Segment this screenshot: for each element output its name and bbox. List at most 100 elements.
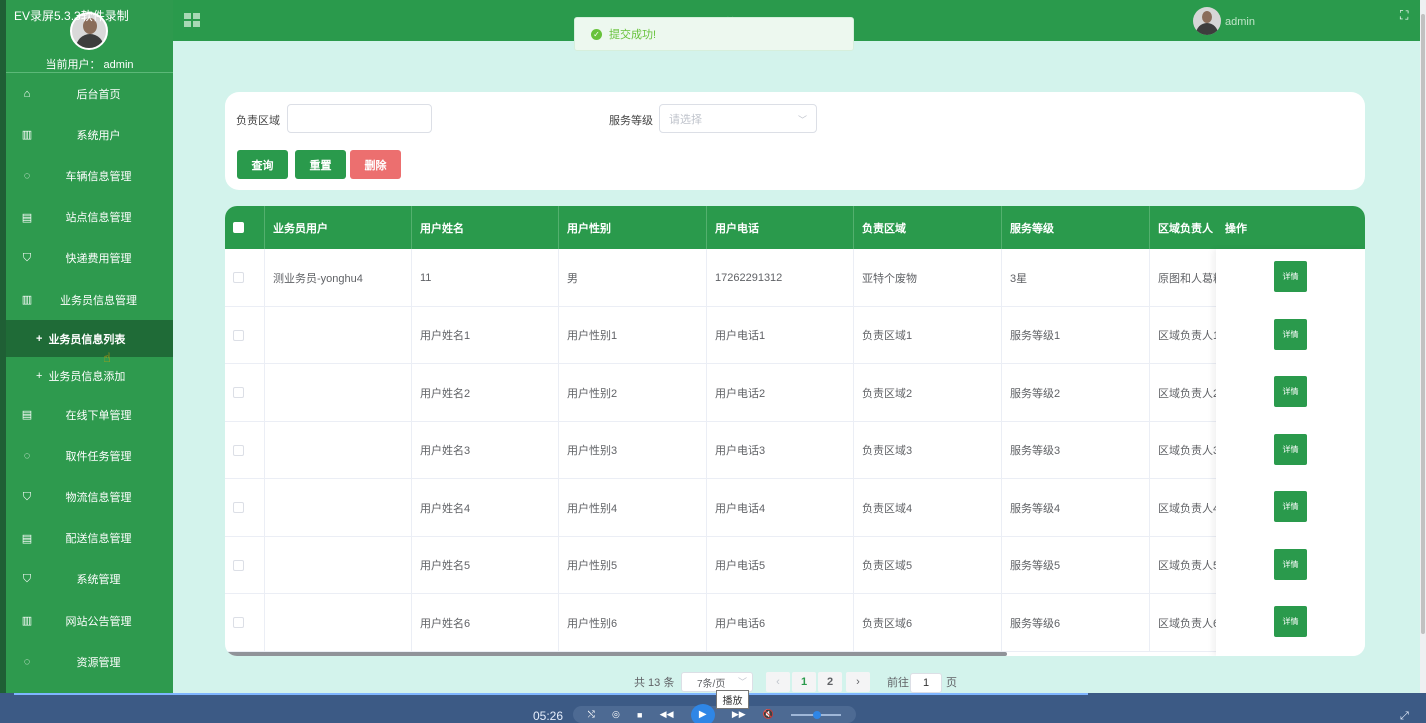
- stop-icon[interactable]: ■: [637, 710, 642, 720]
- columns-icon: ▥: [21, 129, 33, 142]
- column-header[interactable]: 用户姓名: [412, 206, 559, 249]
- sidebar-item[interactable]: ⌂ 后台首页: [6, 73, 173, 114]
- row-checkbox[interactable]: [233, 329, 244, 341]
- table-cell: [265, 421, 412, 479]
- table-cell: 负责区域4: [854, 479, 1002, 536]
- delete-button[interactable]: 删除: [350, 150, 401, 179]
- expand-icon[interactable]: ⤢: [1400, 710, 1409, 723]
- sidebar-item[interactable]: ⛉ 快递费用管理: [6, 238, 173, 279]
- row-checkbox-cell: [225, 479, 265, 536]
- sidebar-item[interactable]: ⛉ 系统管理: [6, 559, 173, 600]
- goto-page-input[interactable]: 1: [910, 673, 942, 693]
- select-all-checkbox-cell: [225, 206, 265, 249]
- row-checkbox-cell: [225, 364, 265, 421]
- sidebar-item[interactable]: ⛉ 物流信息管理: [6, 477, 173, 518]
- detail-button[interactable]: 详情: [1274, 433, 1307, 465]
- fullscreen-icon[interactable]: ⛶: [1400, 8, 1408, 23]
- table-row[interactable]: 用户姓名6 用户性别6 用户电话6 负责区域6 服务等级6 区域负责人6: [225, 594, 1365, 652]
- header-username[interactable]: admin: [1225, 16, 1255, 28]
- column-header[interactable]: 用户电话: [707, 206, 854, 249]
- table-cell: 用户电话1: [707, 306, 854, 364]
- grid-menu-icon[interactable]: [184, 13, 200, 27]
- shuffle-icon[interactable]: ⤭: [588, 709, 595, 720]
- query-button[interactable]: 查询: [237, 150, 288, 179]
- table-cell: 用户姓名5: [412, 536, 559, 594]
- sidebar-item[interactable]: ▥ 网站公告管理: [6, 600, 173, 641]
- row-checkbox-cell: [225, 536, 265, 594]
- sidebar-subitem-active[interactable]: + 业务员信息列表: [6, 320, 173, 358]
- header-avatar[interactable]: [1193, 7, 1221, 35]
- next-page-button[interactable]: ›: [846, 672, 870, 692]
- play-icon[interactable]: ▶: [690, 703, 715, 723]
- select-all-checkbox[interactable]: [233, 222, 244, 233]
- sidebar-item[interactable]: ▥ 业务员信息管理: [6, 279, 173, 320]
- table-cell: 负责区域3: [854, 421, 1002, 479]
- table-cell: 用户电话4: [707, 479, 854, 536]
- table-cell: 用户电话2: [707, 364, 854, 421]
- vertical-scrollbar[interactable]: [1420, 0, 1426, 693]
- shield-icon: ⛉: [22, 490, 32, 503]
- chat-icon: ◌: [23, 169, 31, 182]
- sidebar-item[interactable]: ◌ 资源管理: [6, 641, 173, 682]
- table-row[interactable]: 用户姓名3 用户性别3 用户电话3 负责区域3 服务等级3 区域负责人3: [225, 421, 1365, 479]
- detail-button[interactable]: 详情: [1274, 491, 1307, 522]
- table-cell: 区域负责人2: [1150, 364, 1217, 421]
- sidebar-submenu: + 业务员信息列表 + 业务员信息添加: [6, 320, 173, 394]
- video-time: 05:26: [533, 709, 564, 723]
- row-checkbox[interactable]: [233, 387, 244, 398]
- row-checkbox[interactable]: [233, 444, 244, 456]
- column-header[interactable]: 负责区域: [854, 206, 1002, 249]
- page-1-button[interactable]: 1: [792, 672, 816, 692]
- volume-slider[interactable]: [791, 710, 842, 719]
- column-header[interactable]: 服务等级: [1002, 206, 1150, 249]
- video-progress[interactable]: [14, 693, 1088, 695]
- sidebar-header: EV录屏5.3.3软件录制 当前用户： admin: [6, 0, 173, 73]
- sidebar-item[interactable]: ▤ 配送信息管理: [6, 518, 173, 559]
- table-cell: 用户性别6: [559, 594, 707, 651]
- detail-button[interactable]: 详情: [1274, 261, 1307, 292]
- mute-icon[interactable]: 🔇: [763, 709, 774, 720]
- sidebar-item[interactable]: ◌ 取件任务管理: [6, 435, 173, 476]
- detail-button[interactable]: 详情: [1274, 606, 1307, 637]
- reset-button[interactable]: 重置: [295, 150, 346, 179]
- sidebar-item[interactable]: ▥ 系统用户: [6, 114, 173, 155]
- table-cell: 负责区域5: [854, 536, 1002, 594]
- detail-button[interactable]: 详情: [1274, 318, 1307, 350]
- page-2-button[interactable]: 2: [818, 672, 842, 692]
- detail-button[interactable]: 详情: [1274, 548, 1307, 580]
- column-header[interactable]: 区域负责人: [1150, 206, 1217, 249]
- level-select[interactable]: 请选择 ﹀: [659, 104, 817, 133]
- table-row[interactable]: 用户姓名1 用户性别1 用户电话1 负责区域1 服务等级1 区域负责人1: [225, 306, 1365, 364]
- sidebar-subitem-label: 业务员信息列表: [48, 333, 126, 346]
- table-row[interactable]: 测业务员-yonghu411男17262291312亚特个废物3星原图和人葛粽: [225, 249, 1365, 307]
- sidebar-item[interactable]: ▤ 站点信息管理: [6, 197, 173, 238]
- table-cell: 用户姓名4: [412, 479, 559, 536]
- column-header[interactable]: 业务员用户: [265, 206, 412, 249]
- row-checkbox[interactable]: [233, 559, 244, 571]
- table-cell: 用户电话3: [707, 421, 854, 479]
- detail-button[interactable]: 详情: [1274, 376, 1307, 407]
- rewind-icon[interactable]: ◀◀: [660, 709, 674, 720]
- column-header-operation: 操作: [1225, 222, 1247, 235]
- loop-icon[interactable]: ◎: [612, 709, 620, 720]
- table-row[interactable]: 用户姓名2 用户性别2 用户电话2 负责区域2 服务等级2 区域负责人2: [225, 364, 1365, 422]
- area-input[interactable]: [287, 104, 432, 133]
- table-cell: 用户姓名2: [412, 364, 559, 421]
- table-cell: 男: [559, 249, 707, 306]
- table-cell: 17262291312: [707, 249, 854, 306]
- horizontal-scrollbar[interactable]: [225, 652, 1007, 656]
- column-header[interactable]: 用户性别: [559, 206, 707, 249]
- row-checkbox[interactable]: [233, 617, 244, 628]
- sidebar-subitem[interactable]: + 业务员信息添加: [6, 357, 173, 394]
- table-row[interactable]: 用户姓名4 用户性别4 用户电话4 负责区域4 服务等级4 区域负责人4: [225, 479, 1365, 537]
- page-size-select[interactable]: 7条/页 ﹀: [681, 672, 753, 692]
- table-cell: 亚特个废物: [854, 249, 1002, 306]
- row-checkbox[interactable]: [233, 502, 244, 513]
- prev-page-button[interactable]: ‹: [766, 672, 790, 692]
- row-checkbox[interactable]: [233, 272, 244, 283]
- table-row[interactable]: 用户姓名5 用户性别5 用户电话5 负责区域5 服务等级5 区域负责人5: [225, 536, 1365, 594]
- main-content: 负责区域 服务等级 请选择 ﹀ 查询 重置 删除 业务员用户 用户姓名 用户性别 用户…: [173, 41, 1420, 693]
- sidebar-item[interactable]: ▤ 在线下单管理: [6, 394, 173, 435]
- sidebar-item[interactable]: ◌ 车辆信息管理: [6, 155, 173, 196]
- forward-icon[interactable]: ▶▶: [732, 709, 746, 720]
